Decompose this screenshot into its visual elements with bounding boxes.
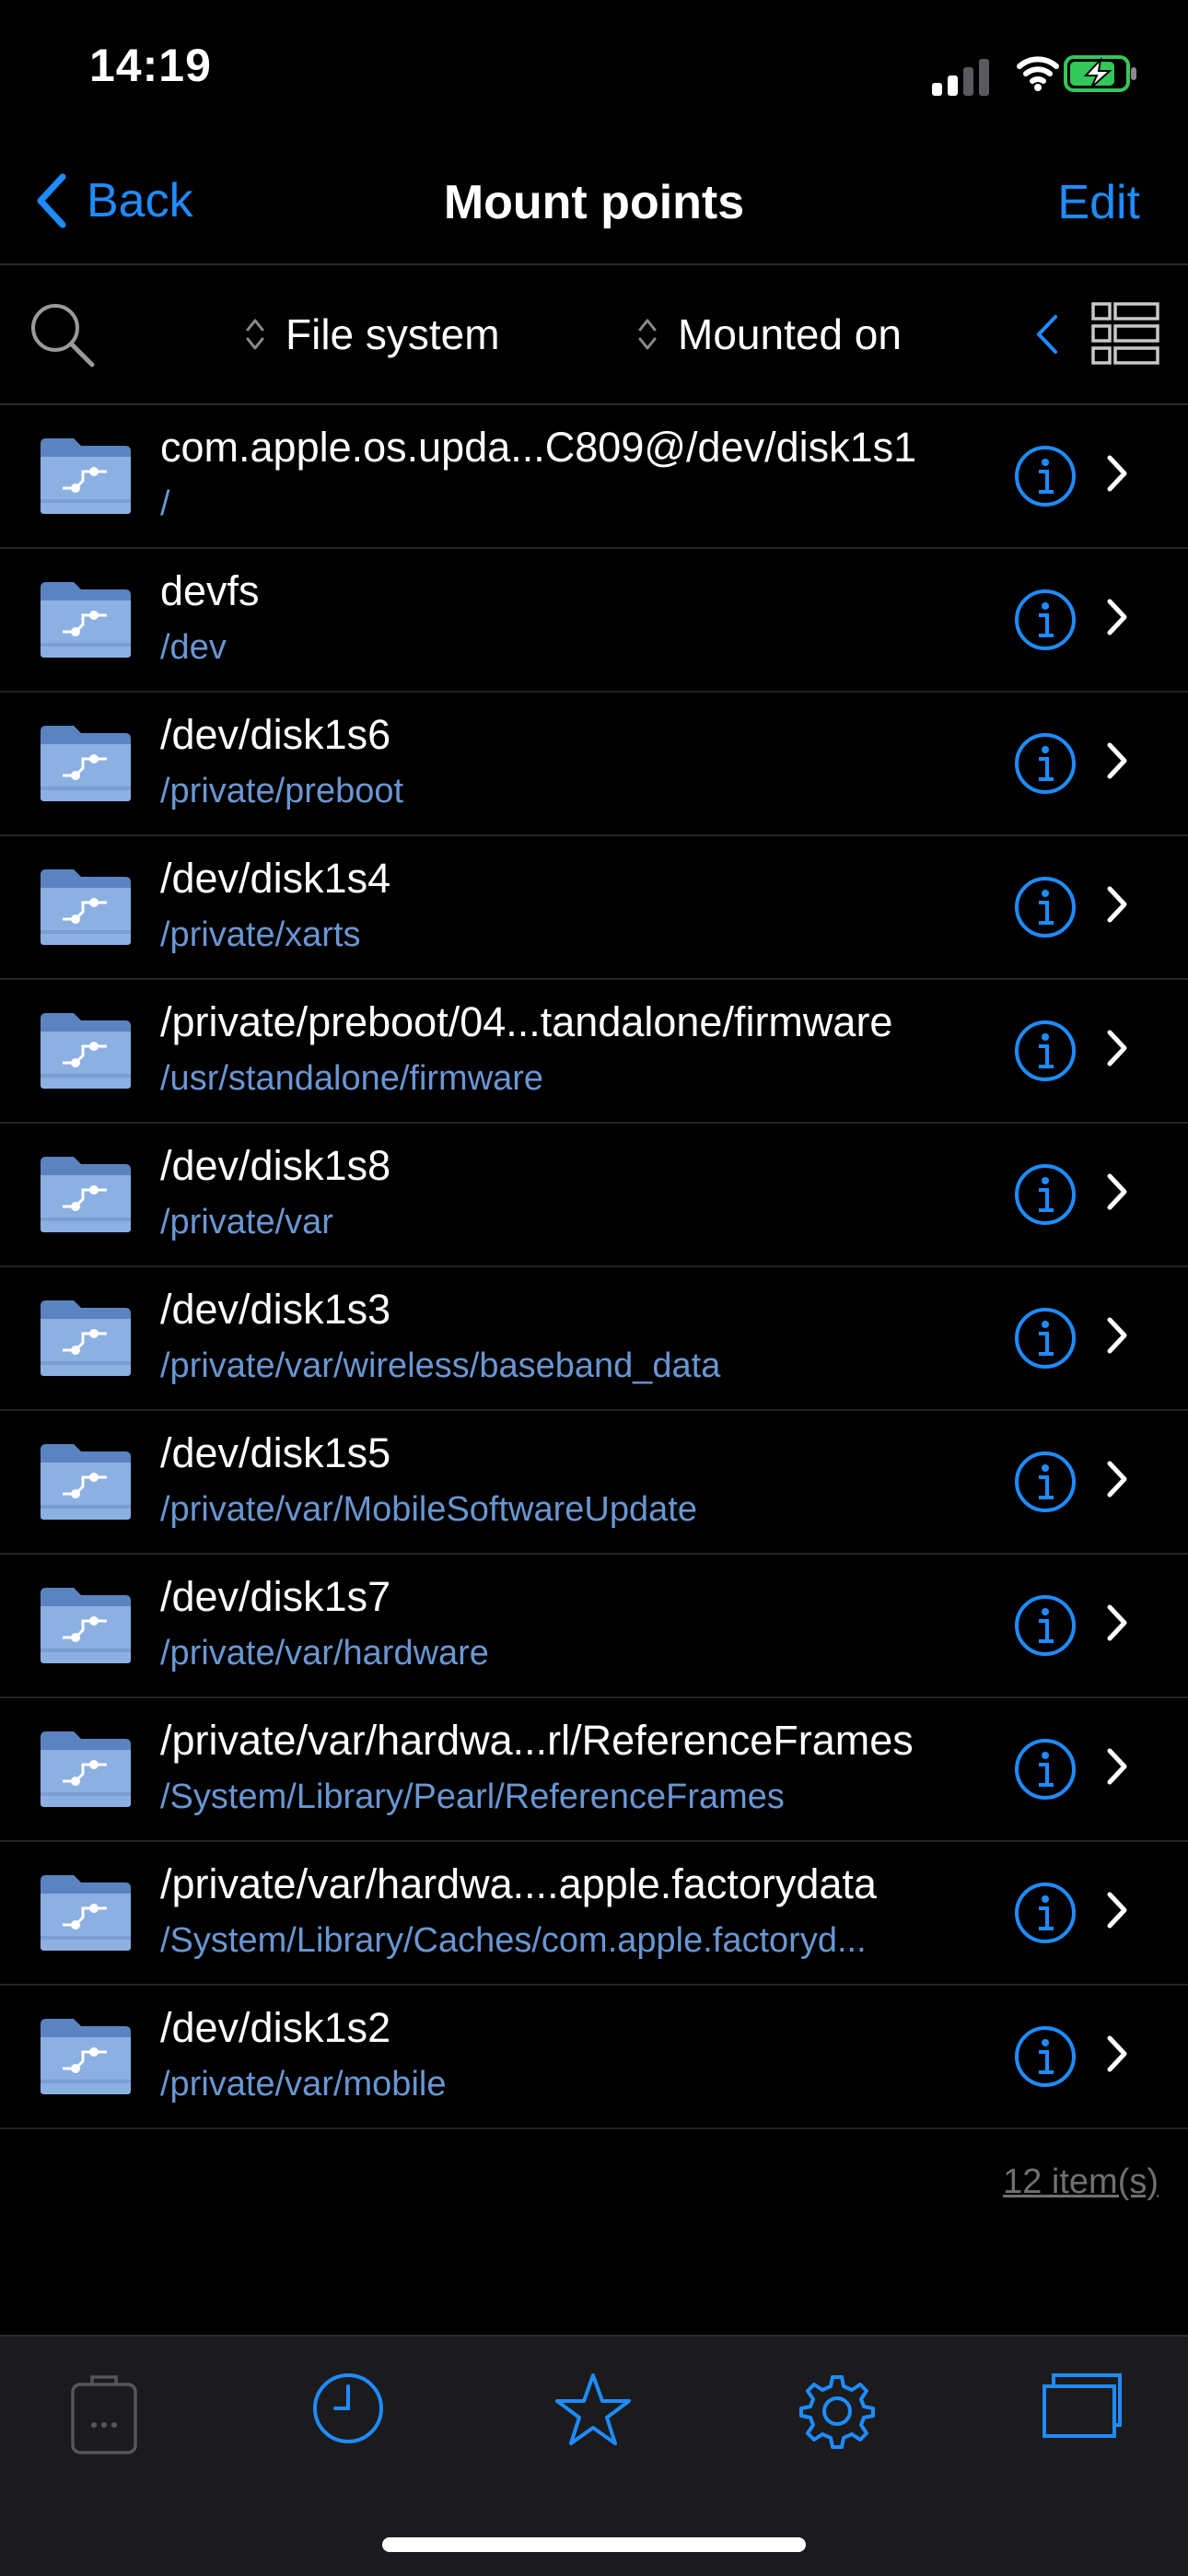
- mount-path: /dev: [160, 628, 227, 667]
- filesystem-name: /private/var/hardwa...rl/ReferenceFrames: [160, 1717, 914, 1764]
- filesystem-name: /dev/disk1s6: [160, 711, 391, 758]
- mount-path: /System/Library/Pearl/ReferenceFrames: [160, 1778, 785, 1816]
- list-item[interactable]: /private/preboot/04...tandalone/firmware…: [0, 980, 1188, 1124]
- sort-arrows-icon: [246, 319, 264, 350]
- info-icon[interactable]: [1013, 1881, 1077, 1945]
- info-icon[interactable]: [1013, 2024, 1077, 2089]
- list-item[interactable]: /dev/disk1s8 /private/var: [0, 1124, 1188, 1267]
- folder-mount-icon: [41, 1588, 131, 1663]
- list-view-icon[interactable]: [1090, 300, 1160, 367]
- clock-icon[interactable]: [311, 2372, 385, 2445]
- chevron-right-icon[interactable]: [1105, 1315, 1129, 1356]
- battery-charging-icon: [1064, 55, 1136, 92]
- filesystem-name: com.apple.os.upda...C809@/dev/disk1s1: [160, 424, 917, 471]
- sort-mounted-on-label: Mounted on: [678, 310, 902, 358]
- status-time: 14:19: [89, 40, 212, 91]
- folder-mount-icon: [41, 2019, 131, 2094]
- chevron-right-icon[interactable]: [1105, 2034, 1129, 2074]
- mount-path: /private/var: [160, 1203, 333, 1241]
- item-count[interactable]: 12 item(s): [1003, 2162, 1159, 2202]
- list-item[interactable]: /dev/disk1s2 /private/var/mobile: [0, 1986, 1188, 2129]
- page-title: Mount points: [443, 176, 745, 229]
- chevron-right-icon[interactable]: [1105, 1171, 1129, 1212]
- home-indicator: [382, 2537, 806, 2552]
- chevron-right-icon[interactable]: [1105, 1746, 1129, 1787]
- windows-icon[interactable]: [1041, 2372, 1124, 2440]
- list-item[interactable]: /dev/disk1s6 /private/preboot: [0, 693, 1188, 836]
- cellular-signal-icon: [932, 55, 1006, 96]
- mount-path: /private/xarts: [160, 915, 361, 954]
- filesystem-name: /dev/disk1s2: [160, 2004, 391, 2051]
- filesystem-name: /dev/disk1s4: [160, 855, 391, 902]
- info-icon[interactable]: [1013, 1593, 1077, 1658]
- filesystem-name: /dev/disk1s7: [160, 1573, 391, 1620]
- status-bar: 14:19: [0, 0, 1188, 138]
- list-item[interactable]: /private/var/hardwa...rl/ReferenceFrames…: [0, 1698, 1188, 1842]
- info-icon[interactable]: [1013, 1737, 1077, 1801]
- chevron-right-icon[interactable]: [1105, 1890, 1129, 1930]
- sort-arrows-icon: [638, 319, 657, 350]
- folder-mount-icon: [41, 1300, 131, 1376]
- filesystem-name: /dev/disk1s5: [160, 1429, 391, 1476]
- collapse-chevron-icon[interactable]: [1033, 313, 1061, 356]
- folder-mount-icon: [41, 1444, 131, 1520]
- info-icon[interactable]: [1013, 1450, 1077, 1514]
- mount-path: /private/var/hardware: [160, 1634, 489, 1673]
- star-icon[interactable]: [554, 2372, 632, 2447]
- chevron-right-icon[interactable]: [1105, 1603, 1129, 1643]
- sort-file-system-button[interactable]: File system: [245, 309, 500, 359]
- info-icon[interactable]: [1013, 444, 1077, 508]
- info-icon[interactable]: [1013, 731, 1077, 796]
- info-icon[interactable]: [1013, 1306, 1077, 1370]
- folder-mount-icon: [41, 1875, 131, 1951]
- info-icon[interactable]: [1013, 1019, 1077, 1083]
- chevron-right-icon[interactable]: [1105, 453, 1129, 494]
- edit-button[interactable]: Edit: [1057, 175, 1140, 230]
- folder-mount-icon: [41, 726, 131, 801]
- chevron-right-icon[interactable]: [1105, 740, 1129, 781]
- list-item[interactable]: com.apple.os.upda...C809@/dev/disk1s1 /: [0, 405, 1188, 549]
- mount-path: /usr/standalone/firmware: [160, 1059, 544, 1098]
- list-item[interactable]: devfs /dev: [0, 549, 1188, 693]
- search-icon[interactable]: [28, 300, 98, 370]
- gear-icon[interactable]: [798, 2372, 877, 2451]
- sort-toolbar: File system Mounted on: [0, 265, 1188, 405]
- chevron-right-icon[interactable]: [1105, 597, 1129, 637]
- folder-mount-icon: [41, 582, 131, 658]
- folder-mount-icon: [41, 1731, 131, 1807]
- list-item[interactable]: /dev/disk1s5 /private/var/MobileSoftware…: [0, 1411, 1188, 1555]
- chevron-right-icon[interactable]: [1105, 884, 1129, 925]
- filesystem-name: /private/preboot/04...tandalone/firmware: [160, 998, 893, 1045]
- list-item[interactable]: /private/var/hardwa....apple.factorydata…: [0, 1842, 1188, 1986]
- mount-path: /System/Library/Caches/com.apple.factory…: [160, 1921, 867, 1960]
- filesystem-name: /dev/disk1s3: [160, 1286, 391, 1333]
- sort-mounted-on-button[interactable]: Mounted on: [637, 309, 902, 359]
- status-icons: [912, 46, 1188, 101]
- folder-mount-icon: [41, 869, 131, 945]
- info-icon[interactable]: [1013, 1162, 1077, 1227]
- navigation-bar: Back Mount points Edit: [0, 138, 1188, 265]
- filesystem-name: /dev/disk1s8: [160, 1142, 391, 1189]
- folder-mount-icon: [41, 1157, 131, 1232]
- mount-path: /private/var/MobileSoftwareUpdate: [160, 1490, 697, 1529]
- mount-path: /private/var/mobile: [160, 2065, 447, 2104]
- filesystem-name: devfs: [160, 567, 260, 614]
- sort-file-system-label: File system: [285, 310, 500, 358]
- mount-path: /: [160, 484, 170, 523]
- list-item[interactable]: /dev/disk1s3 /private/var/wireless/baseb…: [0, 1267, 1188, 1411]
- list-item[interactable]: /dev/disk1s4 /private/xarts: [0, 836, 1188, 980]
- chevron-right-icon[interactable]: [1105, 1459, 1129, 1499]
- mount-path: /private/var/wireless/baseband_data: [160, 1346, 721, 1385]
- info-icon[interactable]: [1013, 588, 1077, 652]
- filesystem-name: /private/var/hardwa....apple.factorydata: [160, 1860, 877, 1907]
- info-icon[interactable]: [1013, 875, 1077, 939]
- chevron-right-icon[interactable]: [1105, 1028, 1129, 1068]
- wifi-icon: [1017, 56, 1059, 91]
- mount-points-list: com.apple.os.upda...C809@/dev/disk1s1 / …: [0, 405, 1188, 2129]
- folder-mount-icon: [41, 438, 131, 514]
- clipboard-icon[interactable]: [68, 2372, 140, 2456]
- mount-path: /private/preboot: [160, 772, 404, 810]
- list-item[interactable]: /dev/disk1s7 /private/var/hardware: [0, 1555, 1188, 1698]
- folder-mount-icon: [41, 1013, 131, 1089]
